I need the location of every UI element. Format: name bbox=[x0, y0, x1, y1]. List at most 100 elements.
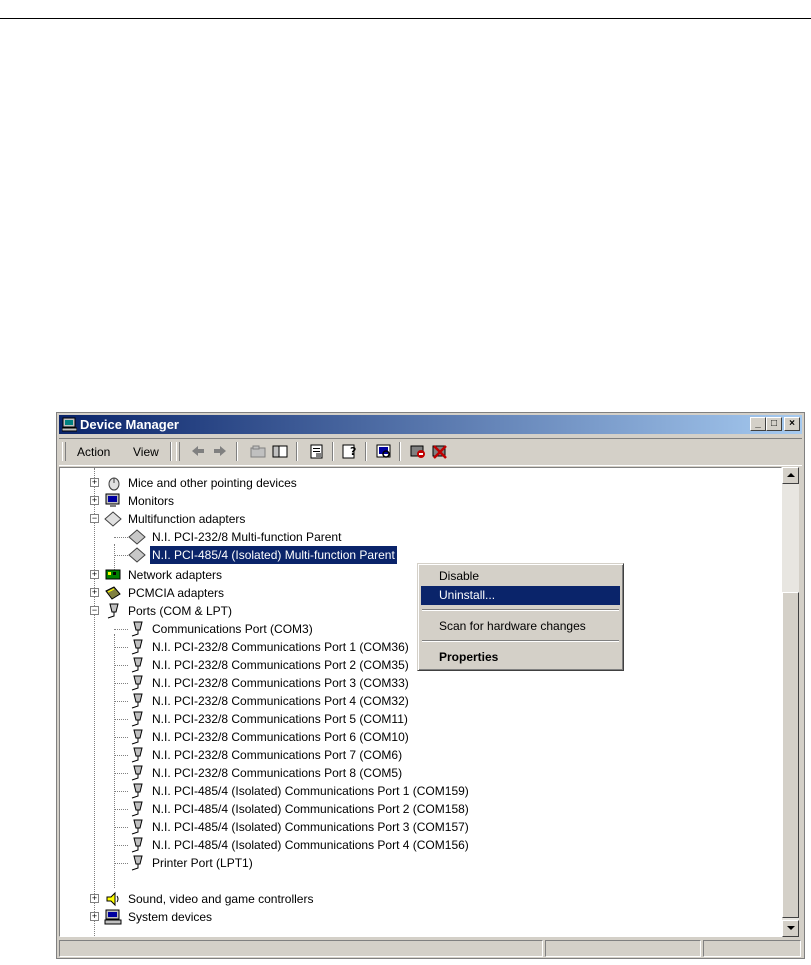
port-connector-icon bbox=[131, 801, 143, 817]
port-connector-icon bbox=[131, 765, 143, 781]
tree-item-label: N.I. PCI-485/4 (Isolated) Communications… bbox=[152, 802, 469, 816]
port-connector-icon bbox=[131, 639, 143, 655]
monitor-icon bbox=[105, 493, 120, 507]
menu-separator bbox=[422, 609, 619, 611]
arrow-down-icon bbox=[787, 926, 795, 930]
disable-device-icon[interactable] bbox=[409, 443, 427, 460]
port-connector-icon bbox=[131, 711, 143, 727]
tree-item-label: N.I. PCI-232/8 Communications Port 3 (CO… bbox=[152, 676, 409, 690]
status-bar bbox=[59, 940, 802, 957]
toolbar-grip[interactable] bbox=[62, 442, 66, 461]
tree-item-label: N.I. PCI-485/4 (Isolated) Communications… bbox=[152, 838, 469, 852]
tree-line bbox=[114, 537, 128, 538]
speaker-icon bbox=[106, 891, 119, 907]
collapse-toggle[interactable]: − bbox=[90, 606, 99, 615]
window-title: Device Manager bbox=[80, 417, 179, 432]
tree-line bbox=[114, 863, 128, 864]
tree-item-label: N.I. PCI-232/8 Communications Port 5 (CO… bbox=[152, 712, 408, 726]
menu-view[interactable]: View bbox=[133, 445, 159, 459]
mouse-icon bbox=[108, 477, 120, 491]
tree-line bbox=[114, 809, 128, 810]
pcmcia-card-icon bbox=[105, 586, 121, 600]
properties-icon[interactable] bbox=[308, 443, 326, 460]
tree-line bbox=[94, 468, 95, 936]
tree-line bbox=[114, 773, 128, 774]
help-icon[interactable]: ? bbox=[341, 443, 359, 460]
arrow-up-icon bbox=[787, 473, 795, 477]
page-top-rule bbox=[0, 18, 811, 19]
expand-toggle[interactable]: + bbox=[90, 912, 99, 921]
expand-toggle[interactable]: + bbox=[90, 570, 99, 579]
multifunction-diamond-icon bbox=[128, 529, 146, 545]
menu-separator bbox=[422, 640, 619, 642]
tree-line bbox=[114, 634, 115, 888]
port-connector-icon bbox=[131, 819, 143, 835]
expand-toggle[interactable]: + bbox=[90, 894, 99, 903]
port-connector-icon bbox=[131, 837, 143, 853]
show-hide-tree-icon[interactable] bbox=[271, 443, 289, 460]
toolbar-separator bbox=[399, 442, 401, 461]
tree-line bbox=[114, 719, 128, 720]
maximize-button[interactable]: □ bbox=[766, 417, 782, 431]
expand-toggle[interactable]: + bbox=[90, 496, 99, 505]
tree-item-label: Communications Port (COM3) bbox=[152, 622, 313, 636]
scroll-thumb[interactable] bbox=[782, 592, 799, 918]
toolbar-grip[interactable] bbox=[176, 442, 180, 461]
port-connector-icon bbox=[131, 729, 143, 745]
vertical-scrollbar[interactable] bbox=[782, 467, 799, 937]
menu-item-uninstall[interactable]: Uninstall... bbox=[421, 586, 620, 605]
toolbar-separator bbox=[170, 442, 172, 461]
scroll-down-button[interactable] bbox=[782, 920, 799, 937]
port-connector-icon bbox=[131, 747, 143, 763]
collapse-toggle[interactable]: − bbox=[90, 514, 99, 523]
tree-item-label: N.I. PCI-232/8 Communications Port 6 (CO… bbox=[152, 730, 409, 744]
expand-toggle[interactable]: + bbox=[90, 588, 99, 597]
port-connector-icon bbox=[131, 783, 143, 799]
status-pane-main bbox=[59, 940, 543, 957]
close-button[interactable]: × bbox=[784, 417, 800, 431]
toolbar-separator bbox=[332, 442, 334, 461]
tree-line bbox=[114, 737, 128, 738]
toolbar-separator bbox=[236, 442, 238, 461]
tree-line bbox=[114, 647, 128, 648]
port-connector-icon bbox=[107, 603, 119, 619]
tree-item-label: N.I. PCI-232/8 Communications Port 4 (CO… bbox=[152, 694, 409, 708]
up-folder-icon[interactable] bbox=[249, 443, 267, 460]
context-menu: Disable Uninstall... Scan for hardware c… bbox=[417, 563, 624, 671]
tree-item-label: N.I. PCI-232/8 Communications Port 8 (CO… bbox=[152, 766, 403, 780]
device-tree[interactable]: + Mice and other pointing devices + Moni… bbox=[59, 467, 782, 937]
minimize-button[interactable]: _ bbox=[750, 417, 766, 431]
status-pane-middle bbox=[545, 940, 701, 957]
tree-item-label: N.I. PCI-485/4 (Isolated) Communications… bbox=[152, 820, 469, 834]
multifunction-diamond-icon bbox=[128, 547, 146, 563]
port-connector-icon bbox=[131, 693, 143, 709]
back-arrow-icon[interactable] bbox=[189, 443, 207, 460]
scroll-up-button[interactable] bbox=[782, 467, 799, 484]
port-connector-icon bbox=[131, 855, 143, 871]
tree-line bbox=[114, 791, 128, 792]
computer-icon bbox=[104, 909, 122, 925]
tree-line bbox=[114, 701, 128, 702]
tree-item-label: N.I. PCI-232/8 Communications Port 1 (CO… bbox=[152, 640, 409, 654]
tree-line bbox=[114, 845, 128, 846]
device-manager-window: Device Manager _ □ × Action View ? + Mic… bbox=[56, 412, 805, 959]
menu-item-disable[interactable]: Disable bbox=[421, 567, 620, 586]
svg-text:?: ? bbox=[350, 445, 356, 458]
menu-item-properties[interactable]: Properties bbox=[421, 648, 620, 667]
scan-hardware-icon[interactable] bbox=[375, 443, 393, 460]
tree-item-label: N.I. PCI-232/8 Communications Port 2 (CO… bbox=[152, 658, 409, 672]
menu-action[interactable]: Action bbox=[77, 445, 110, 459]
title-bar[interactable]: Device Manager _ □ × bbox=[59, 415, 802, 434]
tree-item-label: Printer Port (LPT1) bbox=[152, 856, 253, 870]
multifunction-diamond-icon bbox=[104, 511, 122, 527]
expand-toggle[interactable]: + bbox=[90, 478, 99, 487]
tree-item-label: N.I. PCI-232/8 Communications Port 7 (CO… bbox=[152, 748, 403, 762]
menu-toolbar: Action View ? bbox=[59, 438, 802, 466]
tree-item-label: N.I. PCI-485/4 (Isolated) Communications… bbox=[152, 784, 469, 798]
uninstall-device-icon[interactable] bbox=[431, 443, 449, 460]
toolbar-separator bbox=[296, 442, 298, 461]
forward-arrow-icon[interactable] bbox=[211, 443, 229, 460]
port-connector-icon bbox=[131, 621, 143, 637]
tree-line bbox=[114, 827, 128, 828]
menu-item-scan-hardware[interactable]: Scan for hardware changes bbox=[421, 617, 620, 636]
